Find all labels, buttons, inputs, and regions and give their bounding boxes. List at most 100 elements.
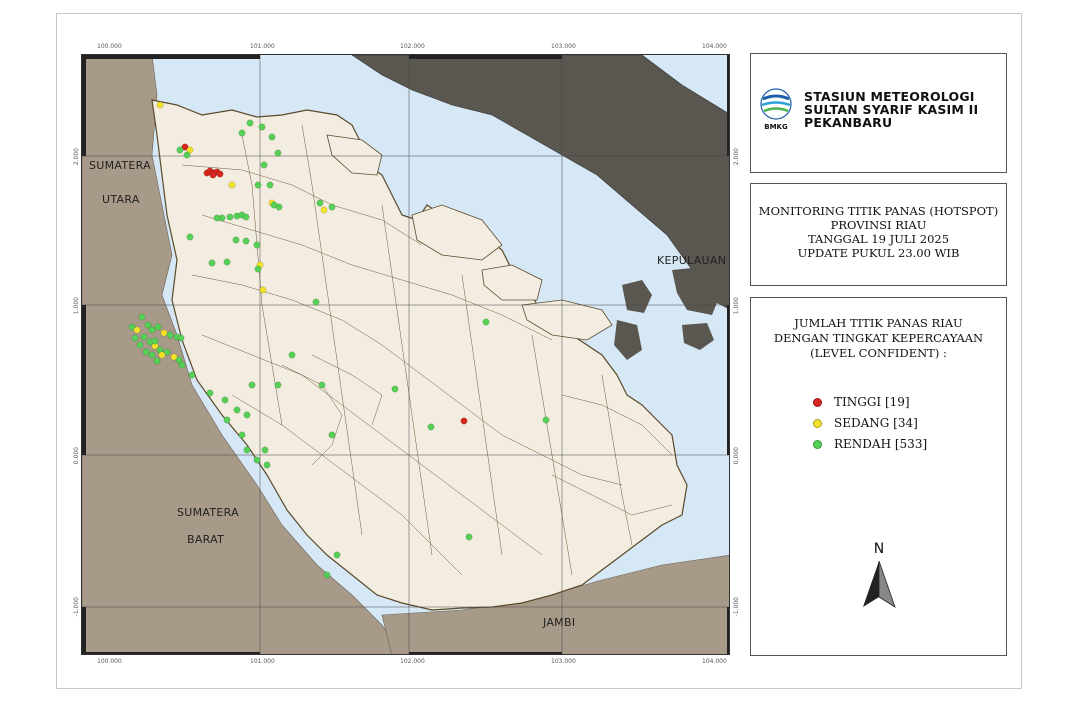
hotspot-rendah [328, 431, 336, 439]
hotspot-rendah [153, 357, 161, 365]
hotspot-rendah [131, 334, 139, 342]
hotspot-rendah [288, 351, 296, 359]
station-name-line3: PEKANBARU [804, 115, 893, 130]
tick-bottom-3: 102.000 [400, 658, 425, 665]
tick-bottom-4: 103.000 [551, 658, 576, 665]
legend-panel: JUMLAH TITIK PANAS RIAU DENGAN TINGKAT K… [750, 297, 1007, 656]
hotspot-rendah [253, 241, 261, 249]
hotspot-rendah [148, 351, 156, 359]
hotspot-rendah [263, 461, 271, 469]
hotspot-rendah [226, 213, 234, 221]
hotspot-rendah [238, 129, 246, 137]
hotspot-tinggi [216, 170, 224, 178]
hotspot-rendah [148, 326, 156, 334]
hotspot-rendah [246, 119, 254, 127]
map-canvas [82, 55, 729, 654]
hotspot-rendah [223, 258, 231, 266]
tick-left-4: -1.000 [73, 597, 80, 617]
hotspot-rendah [274, 381, 282, 389]
hotspot-rendah [206, 389, 214, 397]
hotspot-rendah [213, 214, 221, 222]
legend-title: JUMLAH TITIK PANAS RIAU DENGAN TINGKAT K… [751, 316, 1006, 361]
title-line2: PROVINSI RIAU [830, 218, 927, 232]
hotspot-rendah [253, 456, 261, 464]
hotspot-rendah [261, 446, 269, 454]
hotspot-rendah [242, 213, 250, 221]
label-jambi: JAMBI [543, 616, 576, 629]
tick-left-1: 2.000 [73, 148, 80, 166]
hotspot-tinggi [209, 171, 217, 179]
tick-top-4: 103.000 [551, 43, 576, 50]
hotspot-rendah [328, 203, 336, 211]
hotspot-sedang [160, 329, 168, 337]
tick-bottom-2: 101.000 [250, 658, 275, 665]
hotspot-rendah [232, 236, 240, 244]
hotspot-rendah [427, 423, 435, 431]
tick-left-3: 0.000 [73, 447, 80, 465]
label-sumatera-barat-2: BARAT [187, 533, 225, 546]
tick-bottom-5: 104.000 [702, 658, 727, 665]
hotspot-sedang [133, 326, 141, 334]
north-arrow: N [859, 541, 899, 611]
hotspot-rendah [268, 133, 276, 141]
hotspot-rendah [318, 381, 326, 389]
hotspot-rendah [391, 385, 399, 393]
legend-item-sedang: SEDANG [34] [813, 416, 918, 430]
legend-item-tinggi: TINGGI [19] [813, 395, 910, 409]
tick-top-3: 102.000 [400, 43, 425, 50]
hotspot-rendah [243, 446, 251, 454]
hotspot-rendah [465, 533, 473, 541]
tick-left-2: 1.000 [73, 297, 80, 315]
title-line1: MONITORING TITIK PANAS (HOTSPOT) [758, 204, 999, 218]
label-sumatera-utara-1: SUMATERA [89, 159, 151, 172]
hotspot-rendah [186, 233, 194, 241]
hotspot-rendah [178, 361, 186, 369]
bmkg-logo: BMKG [759, 87, 793, 133]
hotspot-rendah [242, 237, 250, 245]
hotspot-rendah [166, 331, 174, 339]
hotspot-rendah [274, 149, 282, 157]
tick-top-2: 101.000 [250, 43, 275, 50]
tick-right-2: 1.000 [733, 297, 740, 315]
hotspot-sedang [158, 351, 166, 359]
hotspot-rendah [233, 406, 241, 414]
hotspot-rendah [221, 396, 229, 404]
hotspot-rendah [333, 551, 341, 559]
hotspot-sedang [320, 206, 328, 214]
legend-title-line1: JUMLAH TITIK PANAS RIAU [794, 316, 963, 330]
hotspot-rendah [142, 348, 150, 356]
hotspot-rendah [238, 431, 246, 439]
label-sumatera-barat-1: SUMATERA [177, 506, 239, 519]
legend-item-rendah: RENDAH [533] [813, 437, 927, 451]
legend-title-line2: DENGAN TINGKAT KEPERCAYAAN [773, 331, 984, 345]
tick-right-4: -1.000 [733, 597, 740, 617]
hotspot-rendah [223, 416, 231, 424]
legend-dot-yellow-icon [813, 418, 822, 428]
north-arrow-icon [863, 560, 896, 608]
legend-label-sedang: SEDANG [34] [834, 416, 918, 430]
hotspot-rendah [312, 298, 320, 306]
hotspot-rendah [254, 265, 262, 273]
tick-top-5: 104.000 [702, 43, 727, 50]
hotspot-rendah [260, 161, 268, 169]
legend-title-line3: (LEVEL CONFIDENT) : [810, 346, 947, 360]
legend-dot-green-icon [813, 439, 822, 449]
hotspot-rendah [266, 181, 274, 189]
hotspot-rendah [151, 337, 159, 345]
tick-top-1: 100.000 [97, 43, 122, 50]
station-name: STASIUN METEOROLOGI SULTAN SYARIF KASIM … [804, 90, 978, 129]
tick-right-1: 2.000 [733, 148, 740, 166]
hotspot-rendah [254, 181, 262, 189]
hotspot-rendah [140, 333, 148, 341]
hotspot-sedang [259, 286, 267, 294]
north-letter: N [873, 541, 885, 557]
hotspot-rendah [154, 323, 162, 331]
map-title: MONITORING TITIK PANAS (HOTSPOT) PROVINS… [751, 204, 1006, 260]
header-panel: BMKG STASIUN METEOROLOGI SULTAN SYARIF K… [750, 53, 1007, 173]
hotspot-rendah [208, 259, 216, 267]
title-panel: MONITORING TITIK PANAS (HOTSPOT) PROVINS… [750, 183, 1007, 286]
bmkg-logo-text: BMKG [764, 123, 788, 131]
legend-label-rendah: RENDAH [533] [834, 437, 928, 451]
hotspot-sedang [228, 181, 236, 189]
hotspot-rendah [482, 318, 490, 326]
